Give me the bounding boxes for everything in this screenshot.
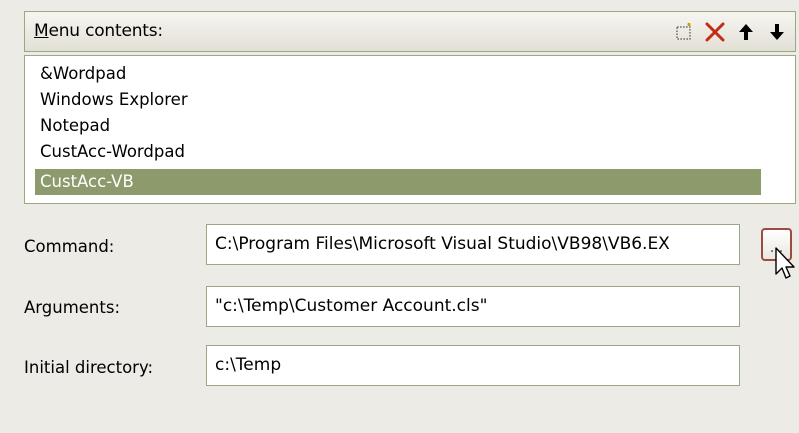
initial-directory-label: Initial directory: xyxy=(24,358,154,377)
delete-icon xyxy=(705,22,725,42)
new-item-button[interactable] xyxy=(670,18,698,46)
list-item-custacc-wordpad[interactable]: CustAcc-Wordpad xyxy=(35,139,761,165)
command-input[interactable]: C:\Program Files\Microsoft Visual Studio… xyxy=(206,224,740,265)
menu-contents-label-text: enu contents: xyxy=(48,21,163,41)
move-up-button[interactable] xyxy=(732,18,760,46)
arguments-input[interactable]: "c:\Temp\Customer Account.cls" xyxy=(206,286,740,327)
mouse-cursor-icon xyxy=(775,247,795,279)
move-down-icon xyxy=(770,24,784,40)
menu-contents-list[interactable]: &Wordpad Windows Explorer Notepad CustAc… xyxy=(24,55,796,204)
move-up-icon xyxy=(739,24,753,40)
list-item-custacc-vb[interactable]: CustAcc-VB xyxy=(35,169,761,195)
delete-button[interactable] xyxy=(701,18,729,46)
menu-contents-label: Menu contents: xyxy=(34,21,163,41)
list-item-windows-explorer[interactable]: Windows Explorer xyxy=(35,87,761,113)
initial-directory-input[interactable]: c:\Temp xyxy=(206,345,740,386)
command-label: Command: xyxy=(24,237,115,256)
menu-contents-label-mnemonic: M xyxy=(34,21,49,41)
menu-toolbar xyxy=(667,18,791,46)
list-item-notepad[interactable]: Notepad xyxy=(35,113,761,139)
move-down-button[interactable] xyxy=(763,18,791,46)
menu-contents-header: Menu contents: xyxy=(24,11,796,52)
list-item-wordpad[interactable]: &Wordpad xyxy=(35,61,761,87)
new-item-icon xyxy=(676,22,691,40)
arguments-label: Arguments: xyxy=(24,298,121,317)
